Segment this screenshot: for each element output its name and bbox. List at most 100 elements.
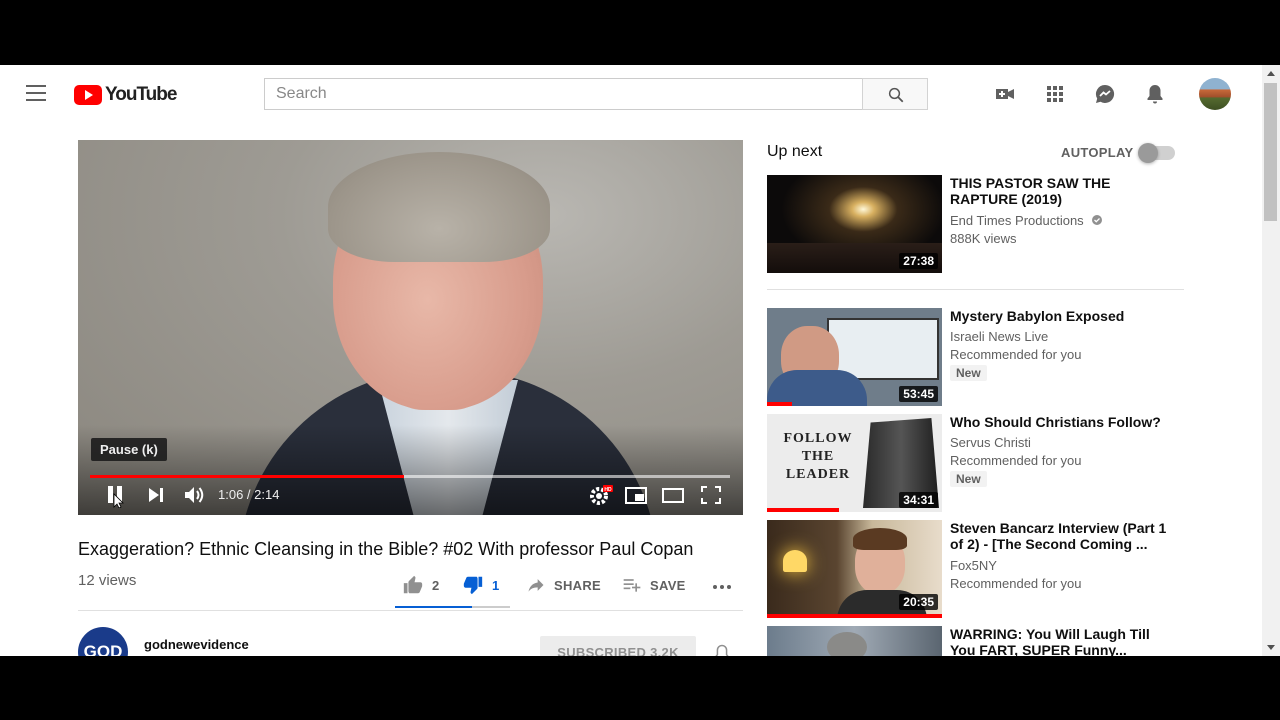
subscribed-button[interactable]: SUBSCRIBED 3.2K: [540, 636, 696, 656]
scrollbar-thumb[interactable]: [1264, 83, 1277, 221]
thumbnail-text: FOLLOW THE LEADER: [783, 431, 853, 482]
lamp-shape: [783, 550, 807, 572]
video-duration: 34:31: [899, 492, 938, 508]
create-video-icon[interactable]: [993, 82, 1017, 106]
info-divider: [78, 610, 743, 611]
search-icon: [888, 87, 904, 103]
channel-name: End Times Productions: [950, 213, 1103, 228]
autoplay-toggle[interactable]: [1138, 143, 1175, 163]
autoplay-label: AUTOPLAY: [1061, 145, 1134, 160]
svg-text:HD: HD: [604, 487, 612, 493]
watched-progress: [767, 508, 839, 512]
autoplay-toggle-knob: [1138, 143, 1158, 163]
messages-icon[interactable]: [1093, 82, 1117, 106]
watched-progress: [767, 614, 942, 618]
watched-progress: [767, 402, 792, 406]
settings-button[interactable]: HD: [588, 482, 614, 508]
view-count: 888K views: [950, 231, 1017, 246]
new-badge: New: [950, 365, 987, 381]
recommended-video[interactable]: WARRING: You Will Laugh Till You FART, S…: [767, 626, 1187, 656]
youtube-watch-page: YouTube Pause (k): [0, 65, 1280, 656]
video-title: Steven Bancarz Interview (Part 1 of 2) -…: [950, 520, 1167, 552]
next-button[interactable]: [146, 482, 166, 508]
apps-grid-icon[interactable]: [1043, 82, 1067, 106]
pause-icon: [108, 486, 124, 509]
video-duration: 20:35: [899, 594, 938, 610]
progress-bar[interactable]: [90, 475, 730, 478]
like-button[interactable]: 2: [402, 570, 440, 600]
theater-mode-icon: [662, 488, 684, 503]
miniplayer-icon: [625, 487, 647, 504]
channel-name-text: End Times Productions: [950, 213, 1084, 228]
scroll-up-arrow-icon[interactable]: [1267, 71, 1275, 76]
recommended-video[interactable]: FOLLOW THE LEADER 34:31 Who Should Chris…: [767, 414, 1187, 512]
new-badge: New: [950, 471, 987, 487]
save-label: SAVE: [650, 577, 686, 593]
share-button[interactable]: SHARE: [526, 570, 601, 600]
video-title: Who Should Christians Follow?: [950, 414, 1161, 430]
letterbox-top: [0, 0, 1280, 65]
channel-name: Servus Christi: [950, 435, 1031, 450]
recommendation-reason: Recommended for you: [950, 347, 1082, 362]
add-to-playlist-icon: [623, 579, 641, 592]
next-icon: [149, 488, 163, 502]
recommendation-reason: Recommended for you: [950, 453, 1082, 468]
progress-played: [90, 475, 404, 478]
thumbs-up-icon: [403, 575, 423, 594]
video-thumbnail: [767, 626, 942, 656]
video-duration: 27:38: [899, 253, 938, 269]
recommended-video[interactable]: 53:45 Mystery Babylon Exposed Israeli Ne…: [767, 308, 1187, 406]
sidebar-separator: [767, 289, 1184, 290]
search-input[interactable]: [265, 79, 863, 109]
user-avatar[interactable]: [1199, 78, 1231, 110]
video-player[interactable]: Pause (k) 1:06 / 2:14 HD: [78, 140, 743, 515]
masthead: YouTube: [0, 65, 1262, 123]
cat-shape: [827, 632, 867, 656]
share-label: SHARE: [554, 577, 602, 593]
video-title: Mystery Babylon Exposed: [950, 308, 1125, 324]
search-box: [264, 78, 863, 110]
video-duration: 53:45: [899, 386, 938, 402]
channel-avatar[interactable]: GOD: [78, 627, 128, 656]
recommended-video[interactable]: 27:38 THIS PASTOR SAW THE RAPTURE (2019)…: [767, 175, 1187, 273]
recommended-video[interactable]: 20:35 Steven Bancarz Interview (Part 1 o…: [767, 520, 1187, 618]
theater-mode-button[interactable]: [661, 482, 685, 508]
pause-tooltip: Pause (k): [91, 438, 167, 461]
scroll-down-arrow-icon[interactable]: [1267, 645, 1275, 650]
video-thumbnail: FOLLOW THE LEADER 34:31: [767, 414, 942, 512]
person-hair-shape: [853, 528, 907, 550]
youtube-logo[interactable]: YouTube: [74, 84, 177, 106]
video-title: WARRING: You Will Laugh Till You FART, S…: [950, 626, 1150, 656]
fullscreen-button[interactable]: [699, 482, 723, 508]
volume-button[interactable]: [182, 482, 206, 508]
youtube-play-icon: [74, 85, 102, 105]
up-next-heading: Up next: [767, 143, 823, 160]
sentiment-bar: [395, 606, 510, 608]
recommendation-reason: Recommended for you: [950, 576, 1082, 591]
save-button[interactable]: SAVE: [622, 570, 686, 600]
channel-name: Israeli News Live: [950, 329, 1049, 344]
page-scrollbar[interactable]: [1262, 65, 1280, 656]
logo-text: YouTube: [105, 84, 177, 105]
video-thumbnail: 27:38: [767, 175, 942, 273]
notifications-bell-icon[interactable]: [1143, 82, 1167, 106]
video-title: THIS PASTOR SAW THE RAPTURE (2019): [950, 175, 1111, 207]
letterbox-bottom: [0, 656, 1280, 720]
dislike-button[interactable]: 1: [462, 570, 500, 600]
channel-notification-bell-icon[interactable]: [712, 643, 732, 656]
video-thumbnail: 53:45: [767, 308, 942, 406]
volume-icon: [185, 487, 204, 503]
sentiment-bar-likes: [395, 606, 472, 608]
settings-gear-icon: HD: [590, 485, 613, 505]
pause-button[interactable]: [105, 482, 127, 509]
more-actions-button[interactable]: [710, 570, 734, 600]
thumbs-down-icon: [463, 576, 483, 595]
hamburger-menu-icon[interactable]: [26, 85, 48, 103]
search-button[interactable]: [862, 78, 928, 110]
channel-name[interactable]: godnewevidence: [144, 637, 249, 652]
person-shirt-shape: [767, 370, 867, 406]
fullscreen-icon: [701, 486, 721, 504]
view-count: 12 views: [78, 572, 137, 589]
miniplayer-button[interactable]: [624, 482, 648, 508]
video-subject-hair: [328, 152, 550, 262]
